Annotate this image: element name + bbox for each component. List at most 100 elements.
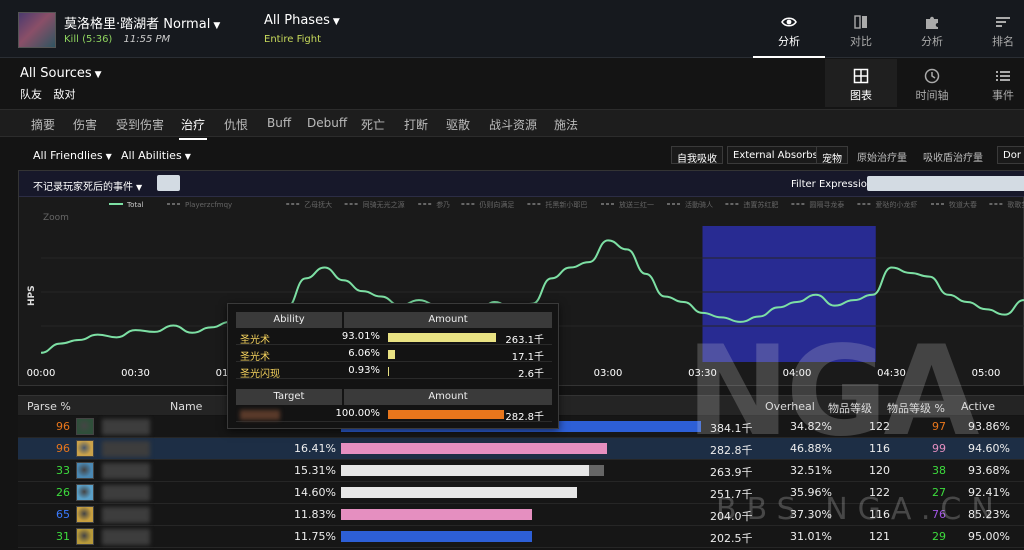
player-name-redacted[interactable] xyxy=(102,441,150,457)
parse-value: 26 xyxy=(56,486,70,499)
healing-bar-track xyxy=(341,531,701,542)
healing-amount: 282.8千 xyxy=(710,444,753,457)
kill-info: Kill (5:36) 11:55 PM xyxy=(64,34,170,45)
view-events[interactable]: 事件 xyxy=(967,59,1024,107)
tab-summary[interactable]: 摘要 xyxy=(31,116,55,133)
tab-threat[interactable]: 仇恨 xyxy=(224,116,248,133)
nav-analyze-label: 分析 xyxy=(778,35,800,48)
player-name-redacted[interactable] xyxy=(102,419,150,435)
table-row[interactable]: 31 11.75% 202.5千 31.01% 121 29 95.00% xyxy=(18,526,1024,548)
nav-analyze[interactable]: 分析 xyxy=(753,0,825,58)
tab-deaths[interactable]: 死亡 xyxy=(361,116,385,133)
tab-debuffs[interactable]: Debuff xyxy=(307,116,347,130)
nav-rankings[interactable]: 排名 xyxy=(967,0,1024,58)
abilities-label: All Abilities xyxy=(121,149,182,162)
phases-selector[interactable]: All Phases ▼ xyxy=(264,13,340,28)
tab-buffs[interactable]: Buff xyxy=(267,116,291,130)
table-row[interactable]: 26 14.60% 251.7千 35.96% 122 27 92.41% xyxy=(18,482,1024,504)
col-overheal[interactable]: Overheal xyxy=(765,400,815,413)
compare-icon xyxy=(854,15,867,29)
table-row[interactable]: 33 15.31% 263.9千 32.51% 120 38 93.68% xyxy=(18,460,1024,482)
healing-bar-track xyxy=(341,443,701,454)
active-time: 94.60% xyxy=(968,442,1010,455)
x-tick-label: 00:00 xyxy=(27,368,56,379)
healing-amount: 202.5千 xyxy=(710,532,753,545)
friendly-toggle[interactable]: 队友 xyxy=(20,88,42,101)
top-bar: 莫洛格里·踏湖者 Normal ▼ Kill (5:36) 11:55 PM Al… xyxy=(0,0,1024,58)
chevron-down-icon: ▼ xyxy=(213,21,221,31)
tooltip-target-amount-header: Amount xyxy=(344,389,552,405)
table-row[interactable]: 96 16.41% 282.8千 46.88% 116 99 94.60% xyxy=(18,438,1024,460)
healing-percent: 11.75% xyxy=(294,530,336,543)
parse-value: 96 xyxy=(56,420,70,433)
healing-bar-extra xyxy=(589,465,604,476)
self-absorb-toggle[interactable]: 自我吸收 xyxy=(671,146,723,165)
overheal-value: 32.51% xyxy=(790,464,832,477)
filter-expression-input[interactable] xyxy=(867,176,1024,191)
more-toggle[interactable]: Dor xyxy=(997,146,1024,164)
col-active[interactable]: Active xyxy=(961,400,995,413)
enemy-toggle[interactable]: 敌对 xyxy=(54,88,76,101)
tab-dispels[interactable]: 驱散 xyxy=(446,116,470,133)
overheal-value: 31.01% xyxy=(790,530,832,543)
legend-entry: Total xyxy=(126,201,143,209)
overheal-value: 35.96% xyxy=(790,486,832,499)
healing-amount: 204.0千 xyxy=(710,510,753,523)
kill-time: 11:55 PM xyxy=(123,34,171,45)
col-ilvl[interactable]: 物品等级 xyxy=(828,400,872,416)
abilities-dropdown[interactable]: All Abilities ▼ xyxy=(121,149,191,162)
absorb-healing-toggle[interactable]: 吸收盾治疗量 xyxy=(918,146,988,164)
ability-amount: 2.6千 xyxy=(518,369,544,380)
active-time: 85.23% xyxy=(968,508,1010,521)
legend-entry: 乙母抚大 xyxy=(304,200,332,209)
class-icon xyxy=(76,506,94,523)
raw-healing-toggle[interactable]: 原始治疗量 xyxy=(852,146,912,164)
ability-bar xyxy=(388,367,390,376)
dead-events-input[interactable] xyxy=(157,175,180,191)
chevron-down-icon: ▼ xyxy=(105,152,112,161)
player-name-redacted[interactable] xyxy=(102,485,150,501)
view-timeline[interactable]: 时间轴 xyxy=(896,59,968,107)
player-name-redacted[interactable] xyxy=(102,507,150,523)
boss-name: 莫洛格里·踏湖者 Normal xyxy=(64,17,211,32)
ranking-icon xyxy=(996,17,1010,27)
pets-toggle[interactable]: 宠物 xyxy=(816,146,848,165)
ability-amount: 263.1千 xyxy=(505,335,544,346)
item-level-percent: 99 xyxy=(932,442,946,455)
col-name[interactable]: Name xyxy=(170,400,202,413)
player-name-redacted[interactable] xyxy=(102,463,150,479)
table-row[interactable]: 65 11.83% 204.0千 37.30% 116 76 85.23% xyxy=(18,504,1024,526)
view-chart[interactable]: 图表 xyxy=(825,59,897,107)
col-ilvl-pct[interactable]: 物品等级 % xyxy=(887,400,945,416)
filter-expression-label: Filter Expression: xyxy=(791,179,877,190)
tab-healing[interactable]: 治疗 xyxy=(178,116,208,140)
player-name-redacted[interactable] xyxy=(102,529,150,545)
tab-resources[interactable]: 战斗资源 xyxy=(489,116,537,133)
active-time: 93.86% xyxy=(968,420,1010,433)
tab-damage-taken[interactable]: 受到伤害 xyxy=(116,116,164,133)
nav-analyzer[interactable]: 分析 xyxy=(896,0,968,58)
boss-selector[interactable]: 莫洛格里·踏湖者 Normal ▼ xyxy=(64,13,220,32)
healing-bar xyxy=(341,443,608,454)
sources-selector[interactable]: All Sources ▼ xyxy=(20,66,102,81)
healing-amount: 251.7千 xyxy=(710,488,753,501)
selection-range xyxy=(702,226,876,362)
tab-interrupts[interactable]: 打断 xyxy=(404,116,428,133)
item-level: 116 xyxy=(869,442,890,455)
tab-damage-done[interactable]: 伤害 xyxy=(73,116,97,133)
chevron-down-icon: ▼ xyxy=(94,70,102,80)
view-timeline-label: 时间轴 xyxy=(915,89,949,102)
active-time: 92.41% xyxy=(968,486,1010,499)
class-icon xyxy=(76,528,94,545)
tooltip-amount-header: Amount xyxy=(344,312,552,328)
friendlies-dropdown[interactable]: All Friendlies ▼ xyxy=(33,149,112,162)
dead-events-label: 不记录玩家死后的事件 xyxy=(33,182,133,193)
col-parse[interactable]: Parse % xyxy=(27,400,71,413)
tab-casts[interactable]: 施法 xyxy=(554,116,578,133)
item-level: 116 xyxy=(869,508,890,521)
dead-events-dropdown[interactable]: 不记录玩家死后的事件 ▼ xyxy=(33,178,142,193)
legend-entry: 活動骑人 xyxy=(685,200,713,209)
nav-compare[interactable]: 对比 xyxy=(825,0,897,58)
overheal-value: 34.82% xyxy=(790,420,832,433)
external-absorbs-toggle[interactable]: External Absorbs xyxy=(727,146,824,164)
